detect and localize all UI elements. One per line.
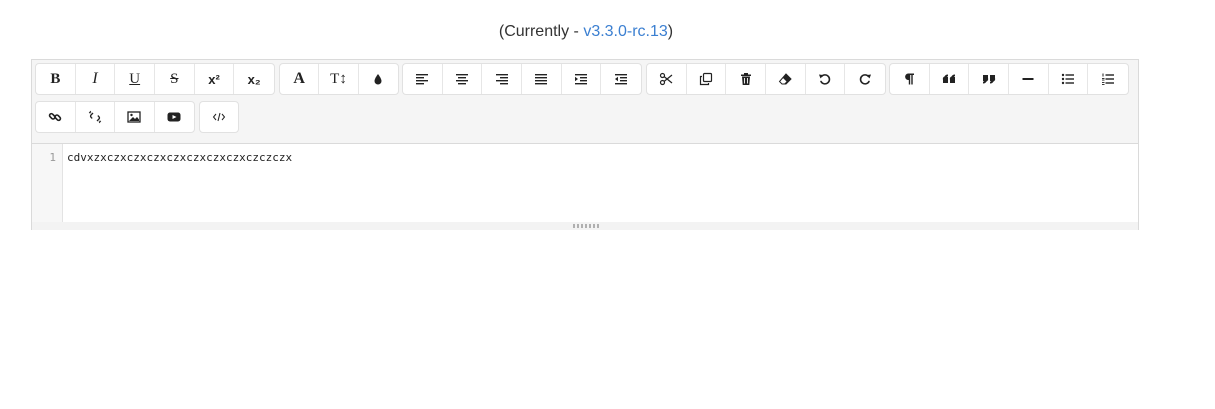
strikethrough-icon[interactable]: S	[155, 64, 195, 94]
unordered-list-icon[interactable]	[1049, 64, 1089, 94]
line-number: 1	[49, 151, 56, 164]
code-content[interactable]: cdvxzxczxczxczxczxczxczxczxczczczx	[67, 151, 292, 164]
link-icon[interactable]	[36, 102, 76, 132]
version-prefix: (Currently -	[498, 23, 584, 40]
align-center-icon[interactable]	[443, 64, 483, 94]
cut-icon[interactable]	[647, 64, 687, 94]
align-right-icon[interactable]	[482, 64, 523, 94]
align-justify-icon[interactable]	[522, 64, 562, 94]
resize-grip-icon	[572, 224, 600, 228]
version-link[interactable]: v3.3.0-rc.13	[583, 23, 667, 40]
rich-text-editor: B I U S x² x₂ A T↕ 1 cdvxzxczxczxczxczxc…	[31, 59, 1139, 230]
align-left-icon[interactable]	[403, 64, 443, 94]
code-editor-area[interactable]: 1 cdvxzxczxczxczxczxczxczxczxczczczx	[32, 143, 1138, 222]
highlight-icon[interactable]	[359, 64, 398, 94]
text-style-group: B I U S x² x₂	[35, 63, 275, 95]
line-gutter: 1	[32, 144, 63, 222]
bold-icon[interactable]: B	[36, 64, 76, 94]
subscript-icon[interactable]: x₂	[234, 64, 274, 94]
undo-icon[interactable]	[806, 64, 846, 94]
unlink-icon[interactable]	[76, 102, 115, 132]
underline-icon[interactable]: U	[115, 64, 156, 94]
indent-icon[interactable]	[562, 64, 602, 94]
code-view-icon[interactable]	[200, 102, 238, 132]
font-size-icon[interactable]: T↕	[319, 64, 359, 94]
quote-right-icon[interactable]	[969, 64, 1010, 94]
horizontal-rule-icon[interactable]	[1009, 64, 1049, 94]
edit-group	[646, 63, 886, 95]
media-group	[35, 101, 195, 133]
image-icon[interactable]	[115, 102, 155, 132]
italic-icon[interactable]: I	[76, 64, 116, 94]
redo-icon[interactable]	[845, 64, 885, 94]
quote-left-icon[interactable]	[930, 64, 970, 94]
delete-icon[interactable]	[726, 64, 767, 94]
version-info: (Currently - v3.3.0-rc.13)	[0, 22, 1172, 42]
code-view-group	[199, 101, 239, 133]
version-suffix: )	[667, 23, 674, 40]
alignment-group	[402, 63, 642, 95]
resize-handle[interactable]	[32, 222, 1138, 230]
font-group: A T↕	[279, 63, 399, 95]
outdent-icon[interactable]	[601, 64, 641, 94]
superscript-icon[interactable]: x²	[195, 64, 235, 94]
paragraph-icon[interactable]	[890, 64, 930, 94]
copy-icon[interactable]	[687, 64, 727, 94]
youtube-icon[interactable]	[155, 102, 194, 132]
block-group	[889, 63, 1129, 95]
eraser-icon[interactable]	[766, 64, 806, 94]
ordered-list-icon[interactable]	[1088, 64, 1128, 94]
font-color-icon[interactable]: A	[280, 64, 320, 94]
